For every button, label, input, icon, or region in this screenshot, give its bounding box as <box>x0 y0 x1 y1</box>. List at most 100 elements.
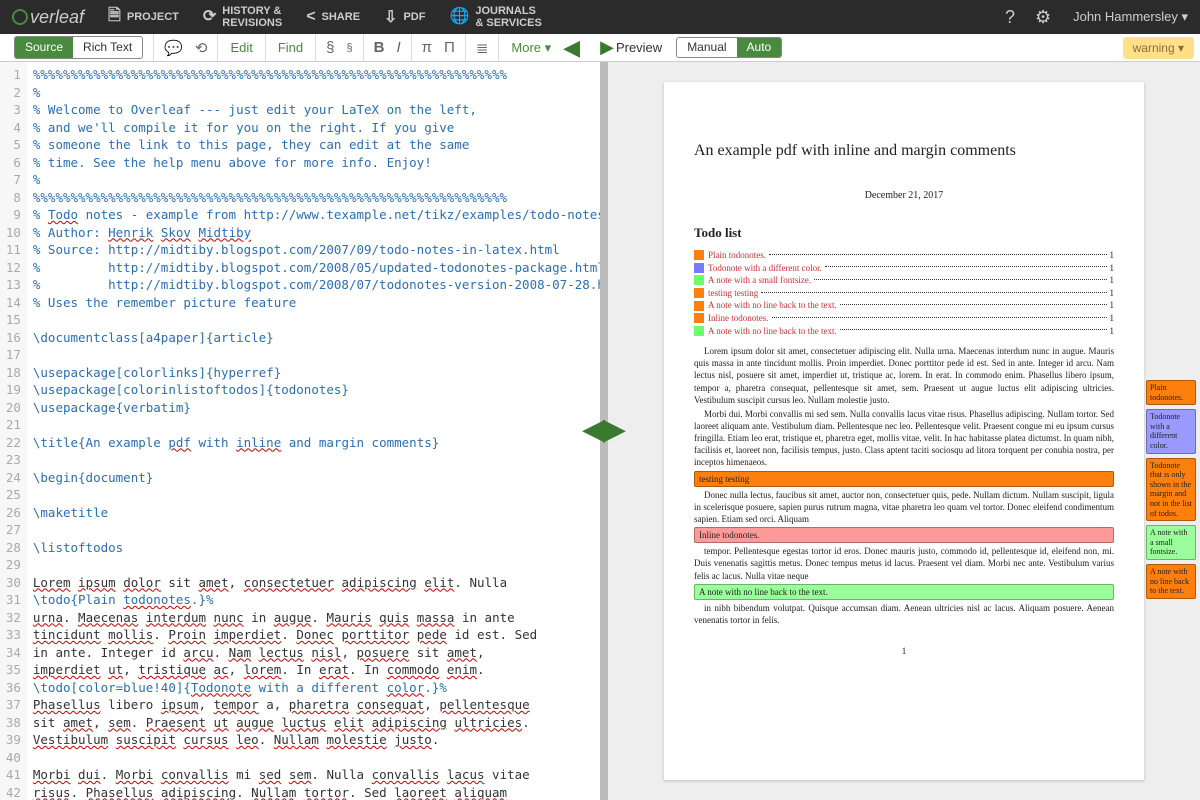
pdf-icon: ⇩ <box>384 7 397 27</box>
more-menu[interactable]: More ▾ <box>503 34 559 61</box>
project-label: PROJECT <box>127 11 179 23</box>
todo-page: 1 <box>1110 312 1115 325</box>
help-icon[interactable]: ? <box>995 7 1025 28</box>
todo-text: A note with a small fontsize. <box>708 274 811 287</box>
source-tab[interactable]: Source <box>15 37 73 58</box>
logo-text: verleaf <box>30 7 84 28</box>
code-area[interactable]: %%%%%%%%%%%%%%%%%%%%%%%%%%%%%%%%%%%%%%%%… <box>27 62 600 800</box>
page-number: 1 <box>694 646 1114 656</box>
todo-text: testing testing <box>708 287 758 300</box>
inline-math-icon[interactable]: π <box>416 34 438 61</box>
italic-icon[interactable]: I <box>390 34 406 61</box>
richtext-tab[interactable]: Rich Text <box>73 37 142 58</box>
inline-todo: Inline todonotes. <box>694 527 1114 543</box>
todo-page: 1 <box>1110 287 1115 300</box>
pdf-label: PDF <box>403 11 425 23</box>
bold-icon[interactable]: B <box>368 34 391 61</box>
inline-todo: testing testing <box>694 471 1114 487</box>
logo-icon <box>12 9 28 25</box>
todo-swatch <box>694 250 704 260</box>
margin-note: A note with no line back to the text. <box>1146 564 1196 599</box>
history-icon: ⟳ <box>203 8 216 26</box>
todo-row: testing testing 1 <box>694 287 1114 300</box>
todo-page: 1 <box>1110 262 1115 275</box>
todo-text: Inline todonotes. <box>708 312 769 325</box>
margin-notes: Plain todonotes. Todonote with a differe… <box>1146 380 1196 603</box>
compile-mode-toggle: Manual Auto <box>676 37 782 58</box>
pdf-date: December 21, 2017 <box>694 190 1114 201</box>
journals-label: JOURNALS& SERVICES <box>475 5 541 29</box>
auto-tab[interactable]: Auto <box>737 38 782 57</box>
pdf-menu[interactable]: ⇩ PDF <box>372 0 437 34</box>
pdf-page: An example pdf with inline and margin co… <box>664 82 1144 780</box>
logo[interactable]: verleaf <box>0 7 96 28</box>
todo-swatch <box>694 301 704 311</box>
todo-swatch <box>694 288 704 298</box>
list-icon[interactable]: ≣ <box>470 34 495 61</box>
todo-row: A note with a small fontsize. 1 <box>694 274 1114 287</box>
share-label: SHARE <box>322 11 361 23</box>
share-icon: < <box>306 8 315 26</box>
inline-todo: A note with no line back to the text. <box>694 584 1114 600</box>
pdf-para: in nibh bibendum volutpat. Quisque accum… <box>694 602 1114 626</box>
topbar-right: ? ⚙ John Hammersley ▾ <box>995 0 1200 34</box>
display-math-icon[interactable]: Π <box>438 34 461 61</box>
todo-row: A note with no line back to the text. 1 <box>694 299 1114 312</box>
margin-note: Todonote with a different color. <box>1146 409 1196 453</box>
pdf-body: Lorem ipsum dolor sit amet, consectetuer… <box>694 345 1114 626</box>
section-icon[interactable]: § <box>320 34 340 61</box>
todo-text: A note with no line back to the text. <box>708 299 837 312</box>
line-gutter: 1 2 3 4 5 6 7 8 9 10 11 12 13 14 15 16 1… <box>0 62 27 800</box>
history-icon[interactable]: ⟲ <box>189 34 214 61</box>
pdf-para: Donec nulla lectus, faucibus sit amet, a… <box>694 489 1114 525</box>
history-menu[interactable]: ⟳ HISTORY &REVISIONS <box>191 0 294 34</box>
workspace: 1 2 3 4 5 6 7 8 9 10 11 12 13 14 15 16 1… <box>0 62 1200 800</box>
preview-pane[interactable]: An example pdf with inline and margin co… <box>608 62 1200 800</box>
todo-text: Plain todonotes. <box>708 249 766 262</box>
pdf-para: Morbi dui. Morbi convallis mi sed sem. N… <box>694 408 1114 469</box>
top-bar: verleaf 🗎 PROJECT ⟳ HISTORY &REVISIONS <… <box>0 0 1200 34</box>
todo-swatch <box>694 313 704 323</box>
subsection-icon[interactable]: § <box>340 34 358 61</box>
user-menu[interactable]: John Hammersley ▾ <box>1061 9 1200 25</box>
pdf-para: Lorem ipsum dolor sit amet, consectetuer… <box>694 345 1114 406</box>
toolbar: Source Rich Text 💬 ⟲ Edit Find § § B I π… <box>0 34 1200 62</box>
play-icon: ▶ <box>600 37 614 58</box>
manual-tab[interactable]: Manual <box>677 38 736 57</box>
history-label: HISTORY &REVISIONS <box>222 5 282 29</box>
todo-page: 1 <box>1110 325 1115 338</box>
margin-note: Plain todonotes. <box>1146 380 1196 405</box>
todo-heading: Todo list <box>694 225 1114 241</box>
todo-page: 1 <box>1110 274 1115 287</box>
preview-label: Preview <box>616 40 662 55</box>
pdf-title: An example pdf with inline and margin co… <box>694 142 1114 160</box>
todo-swatch <box>694 275 704 285</box>
todo-row: Plain todonotes.1 <box>694 249 1114 262</box>
project-menu[interactable]: 🗎 PROJECT <box>96 0 191 34</box>
todo-page: 1 <box>1110 299 1115 312</box>
find-menu[interactable]: Find <box>270 34 311 61</box>
warning-badge[interactable]: warning ▾ <box>1123 37 1194 59</box>
edit-menu[interactable]: Edit <box>222 34 260 61</box>
chat-icon[interactable]: 💬 <box>158 34 189 61</box>
journals-menu[interactable]: 🌐 JOURNALS& SERVICES <box>437 0 553 34</box>
todo-list: Plain todonotes.1Todonote with a differe… <box>694 249 1114 337</box>
margin-note: Todonote that is only shown in the margi… <box>1146 458 1196 522</box>
margin-note: A note with a small fontsize. <box>1146 525 1196 560</box>
todo-row: Inline todonotes. 1 <box>694 312 1114 325</box>
project-icon: 🗎 <box>108 4 121 31</box>
preview-button[interactable]: ▶ Preview <box>592 34 670 61</box>
todo-swatch <box>694 263 704 273</box>
splitter[interactable]: ◀ ▶ <box>600 62 608 800</box>
todo-row: A note with no line back to the text. 1 <box>694 325 1114 338</box>
editor-pane[interactable]: 1 2 3 4 5 6 7 8 9 10 11 12 13 14 15 16 1… <box>0 62 600 800</box>
share-menu[interactable]: < SHARE <box>294 0 372 34</box>
pdf-para: tempor. Pellentesque egestas tortor id e… <box>694 545 1114 581</box>
settings-icon[interactable]: ⚙ <box>1025 7 1061 28</box>
collapse-left-icon[interactable]: ◀ <box>559 34 584 61</box>
todo-row: Todonote with a different color.1 <box>694 262 1114 275</box>
source-richtext-toggle: Source Rich Text <box>14 36 143 59</box>
todo-swatch <box>694 326 704 336</box>
todo-text: A note with no line back to the text. <box>708 325 837 338</box>
journals-icon: 🌐 <box>449 8 469 26</box>
